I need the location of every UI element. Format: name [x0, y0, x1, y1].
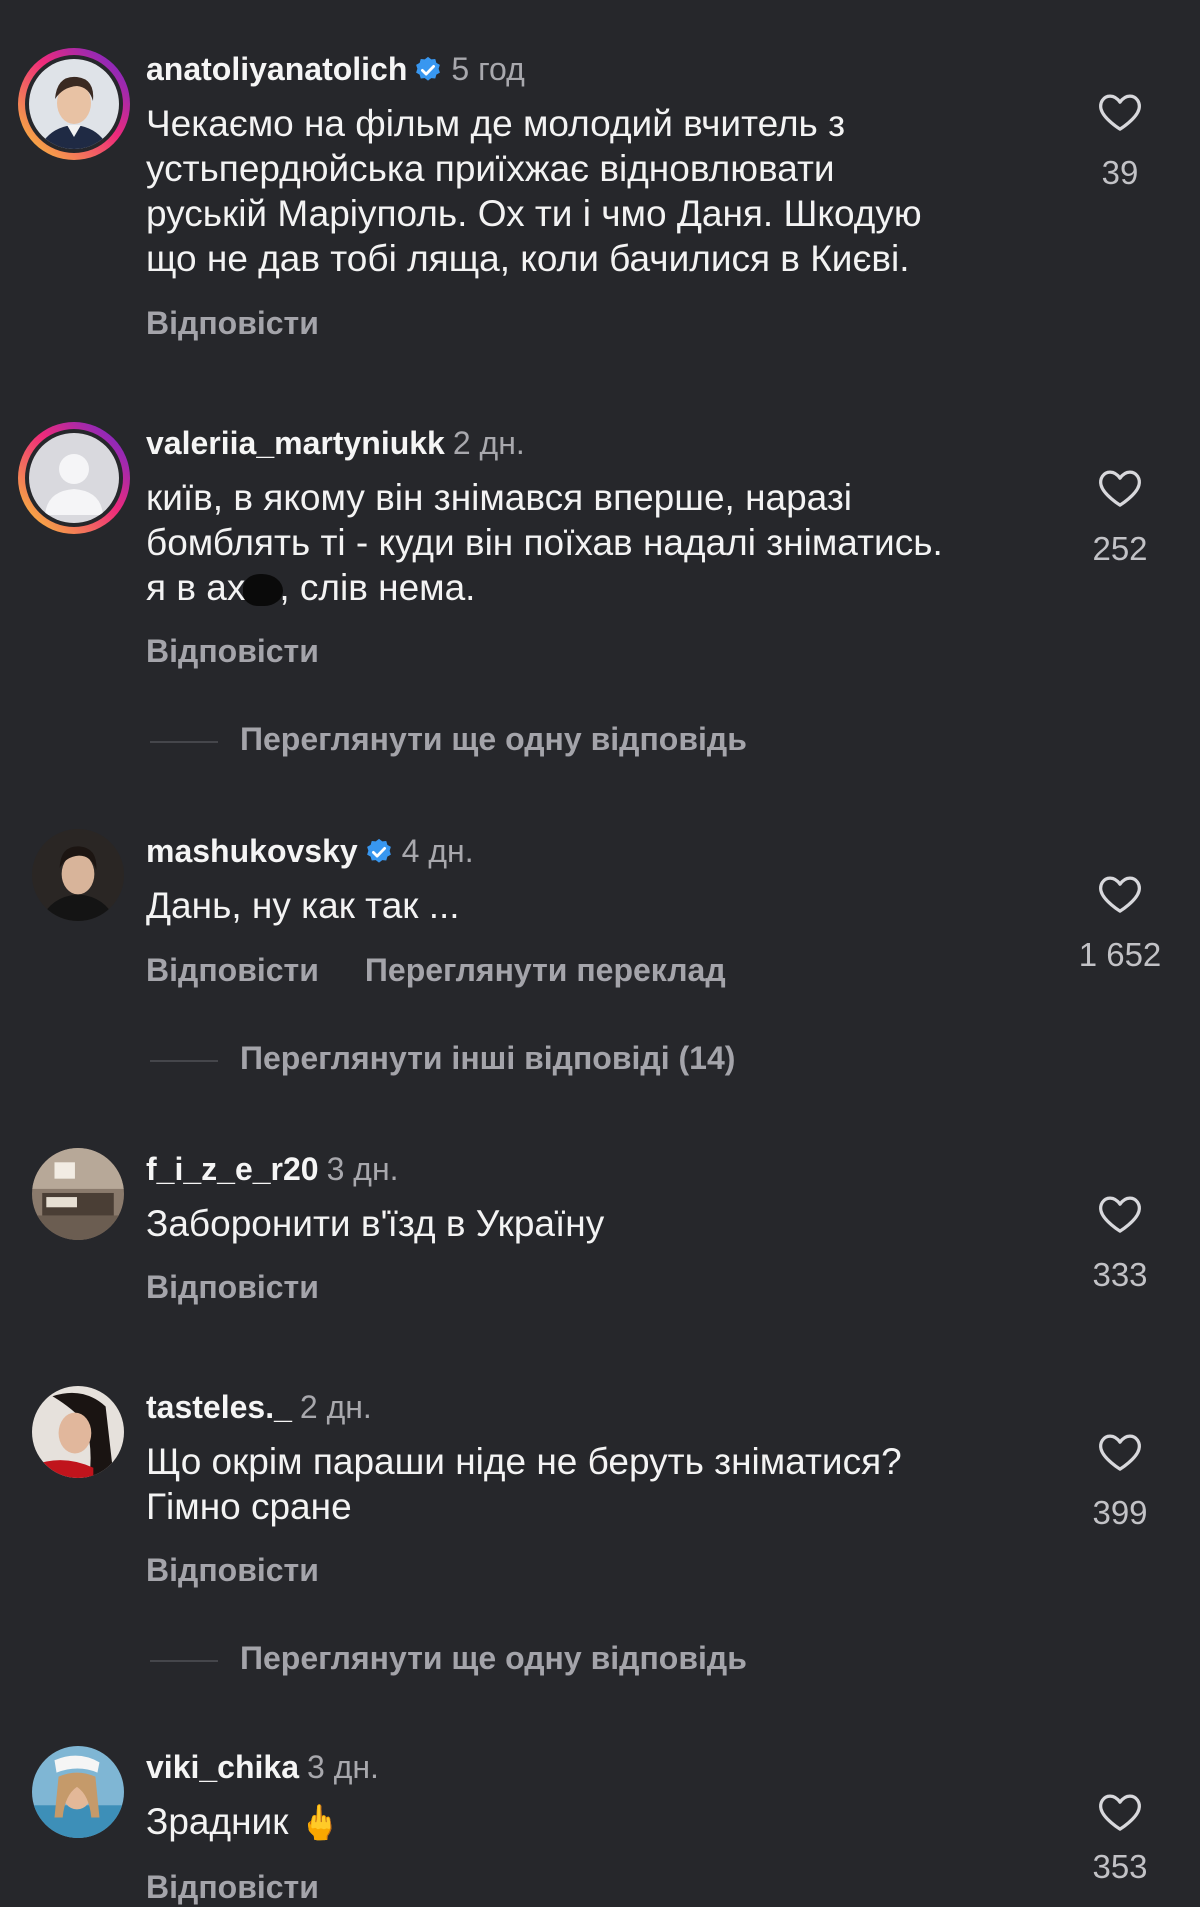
reply-button[interactable]: Відповісти: [146, 1552, 319, 1588]
comment-text: Зрадник 🖕: [146, 1799, 1066, 1846]
username[interactable]: f_i_z_e_r20: [146, 1151, 319, 1187]
heart-outline-icon[interactable]: [1097, 466, 1143, 508]
like-count: 333: [1092, 1256, 1148, 1293]
view-more-replies-button[interactable]: Переглянути ще одну відповідь: [150, 1638, 747, 1678]
like-area: 1 652: [1079, 872, 1161, 974]
avatar[interactable]: [32, 829, 124, 921]
heart-outline-icon[interactable]: [1097, 1790, 1143, 1832]
username[interactable]: mashukovsky: [146, 833, 358, 869]
like-area: 353: [1080, 1790, 1160, 1886]
like-count: 399: [1092, 1494, 1148, 1531]
replies-divider: [150, 1059, 218, 1062]
comment-text: Що окрім параши ніде не беруть зніматися…: [146, 1441, 902, 1527]
profile-photo: [32, 1746, 124, 1838]
view-more-replies-label: Переглянути ще одну відповідь: [240, 1640, 747, 1676]
reply-button[interactable]: Відповісти: [146, 1269, 319, 1305]
heart-outline-icon[interactable]: [1097, 1430, 1143, 1472]
heart-outline-icon[interactable]: [1097, 90, 1143, 132]
reply-button[interactable]: Відповісти: [146, 1869, 319, 1905]
username[interactable]: viki_chika: [146, 1749, 299, 1785]
username[interactable]: anatoliyanatolich: [146, 51, 407, 87]
comment-text: Заборонити в'їзд в Україну: [146, 1203, 605, 1244]
view-translation-button[interactable]: Переглянути переклад: [365, 952, 726, 988]
heart-outline-icon[interactable]: [1097, 1192, 1143, 1234]
replies-divider: [150, 1659, 218, 1662]
avatar[interactable]: [32, 1148, 124, 1240]
comment-text: київ, в якому він знімався вперше, нараз…: [146, 475, 1066, 610]
emoji: 🖕: [298, 1804, 342, 1842]
avatar[interactable]: [32, 1386, 124, 1478]
reply-button[interactable]: Відповісти: [146, 305, 319, 341]
comment-text-part: Зрадник: [146, 1801, 299, 1842]
profile-photo: [29, 59, 119, 149]
profile-photo: [32, 829, 124, 921]
comment-time: 3 дн.: [326, 1151, 399, 1187]
like-area: 399: [1080, 1430, 1160, 1532]
like-count: 252: [1092, 530, 1148, 567]
comment-time: 5 год: [451, 51, 525, 87]
profile-photo: [32, 1148, 124, 1240]
heart-outline-icon[interactable]: [1097, 872, 1143, 914]
reply-button[interactable]: Відповісти: [146, 952, 319, 988]
replies-divider: [150, 740, 218, 743]
verified-badge-icon: [366, 838, 391, 863]
like-count: 353: [1092, 1848, 1148, 1885]
username[interactable]: valeriia_martyniukk: [146, 425, 445, 461]
comment-text: Чекаємо на фільм де молодий вчитель з ус…: [146, 103, 922, 279]
avatar[interactable]: [18, 422, 130, 534]
comment-time: 3 дн.: [307, 1749, 379, 1785]
default-avatar-icon: [29, 433, 119, 523]
view-more-replies-button[interactable]: Переглянути ще одну відповідь: [150, 719, 747, 759]
username[interactable]: tasteles._: [146, 1389, 292, 1425]
view-more-replies-button[interactable]: Переглянути інші відповіді (14): [150, 1038, 735, 1078]
censor-mark: [243, 574, 284, 606]
comment-time: 2 дн.: [452, 425, 525, 461]
comment-text-part: , слів нема.: [279, 567, 476, 608]
like-area: 252: [1080, 466, 1160, 568]
view-more-replies-label: Переглянути ще одну відповідь: [240, 721, 747, 757]
reply-button[interactable]: Відповісти: [146, 633, 319, 669]
comment-time: 2 дн.: [299, 1389, 372, 1425]
comment-text: Дань, ну как так ...: [146, 885, 460, 926]
like-area: 39: [1080, 90, 1160, 192]
comment-time: 4 дн.: [401, 833, 474, 869]
view-more-replies-label: Переглянути інші відповіді (14): [240, 1040, 736, 1076]
like-count: 1 652: [1078, 936, 1162, 973]
like-count: 39: [1101, 154, 1139, 191]
avatar[interactable]: [32, 1746, 124, 1838]
like-area: 333: [1080, 1192, 1160, 1294]
profile-photo: [32, 1386, 124, 1478]
verified-badge-icon: [416, 56, 441, 81]
avatar[interactable]: [18, 48, 130, 160]
